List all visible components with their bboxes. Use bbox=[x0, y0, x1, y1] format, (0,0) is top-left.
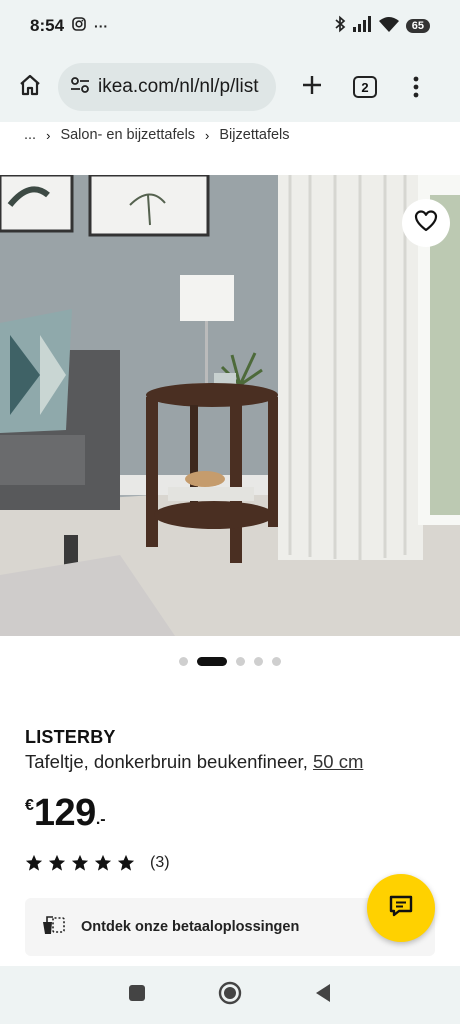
product-size-link[interactable]: 50 cm bbox=[313, 751, 363, 772]
instagram-icon bbox=[72, 16, 86, 36]
home-icon bbox=[18, 73, 42, 102]
nav-recents-icon[interactable] bbox=[128, 984, 146, 1007]
url-text: ikea.com/nl/nl/p/list bbox=[98, 76, 259, 97]
favorite-button[interactable] bbox=[402, 199, 450, 247]
product-rating[interactable]: (3) bbox=[25, 854, 170, 872]
breadcrumb: ... › Salon- en bijzettafels › Bijzettaf… bbox=[24, 124, 290, 146]
price-currency: € bbox=[25, 797, 34, 814]
breadcrumb-item[interactable]: Salon- en bijzettafels bbox=[60, 127, 195, 143]
product-description-text: Tafeltje, donkerbruin beukenfineer, bbox=[25, 751, 313, 772]
payment-icon bbox=[41, 914, 67, 941]
chat-icon bbox=[388, 894, 414, 923]
carousel-dot[interactable] bbox=[179, 656, 188, 666]
price-amount: 129 bbox=[33, 792, 96, 834]
rating-stars bbox=[25, 854, 135, 872]
product-photo bbox=[0, 175, 460, 636]
tabs-icon[interactable]: 2 bbox=[353, 76, 377, 98]
carousel-dot[interactable] bbox=[197, 656, 227, 666]
battery-indicator: 65 bbox=[405, 19, 430, 33]
status-time: 8:54 bbox=[30, 16, 65, 35]
carousel-dot[interactable] bbox=[254, 656, 263, 666]
site-settings-icon[interactable] bbox=[70, 76, 90, 99]
rating-count: (3) bbox=[150, 854, 170, 871]
star-icon bbox=[25, 854, 43, 871]
product-description: Tafeltje, donkerbruin beukenfineer, 50 c… bbox=[25, 751, 363, 773]
star-icon bbox=[94, 854, 112, 871]
nav-back-icon[interactable] bbox=[314, 983, 332, 1008]
product-image[interactable] bbox=[0, 175, 460, 636]
nav-home-icon[interactable] bbox=[218, 981, 242, 1010]
payment-options-text: Ontdek onze betaaloplossingen bbox=[81, 919, 300, 935]
url-bar[interactable]: ikea.com/nl/nl/p/list bbox=[58, 63, 276, 111]
wifi-icon bbox=[378, 16, 400, 37]
chevron-right-icon: › bbox=[46, 127, 51, 143]
carousel-dot[interactable] bbox=[236, 656, 245, 666]
breadcrumb-ellipsis[interactable]: ... bbox=[24, 127, 36, 143]
breadcrumb-item[interactable]: Bijzettafels bbox=[219, 127, 289, 143]
chevron-right-icon: › bbox=[205, 127, 210, 143]
more-notifications: ··· bbox=[94, 18, 109, 34]
new-tab-button[interactable] bbox=[294, 69, 330, 105]
bluetooth-icon bbox=[334, 15, 346, 38]
star-icon bbox=[71, 854, 89, 871]
system-nav-bar bbox=[0, 966, 460, 1024]
price-decimals: .- bbox=[95, 811, 106, 828]
heart-icon bbox=[414, 209, 438, 237]
chat-button[interactable] bbox=[367, 874, 435, 942]
carousel-indicator[interactable] bbox=[0, 656, 460, 666]
product-price: € 129 .- bbox=[25, 792, 106, 834]
product-name: LISTERBY bbox=[25, 727, 116, 747]
star-icon bbox=[48, 854, 66, 871]
browser-toolbar: ikea.com/nl/nl/p/list 2 bbox=[0, 52, 460, 122]
star-icon bbox=[117, 854, 135, 871]
plus-icon bbox=[301, 74, 323, 101]
kebab-menu-icon[interactable] bbox=[411, 69, 421, 105]
carousel-dot[interactable] bbox=[272, 656, 281, 666]
status-bar: 8:54 ··· 65 bbox=[0, 0, 460, 52]
home-button[interactable] bbox=[12, 69, 48, 105]
signal-icon bbox=[352, 15, 372, 37]
